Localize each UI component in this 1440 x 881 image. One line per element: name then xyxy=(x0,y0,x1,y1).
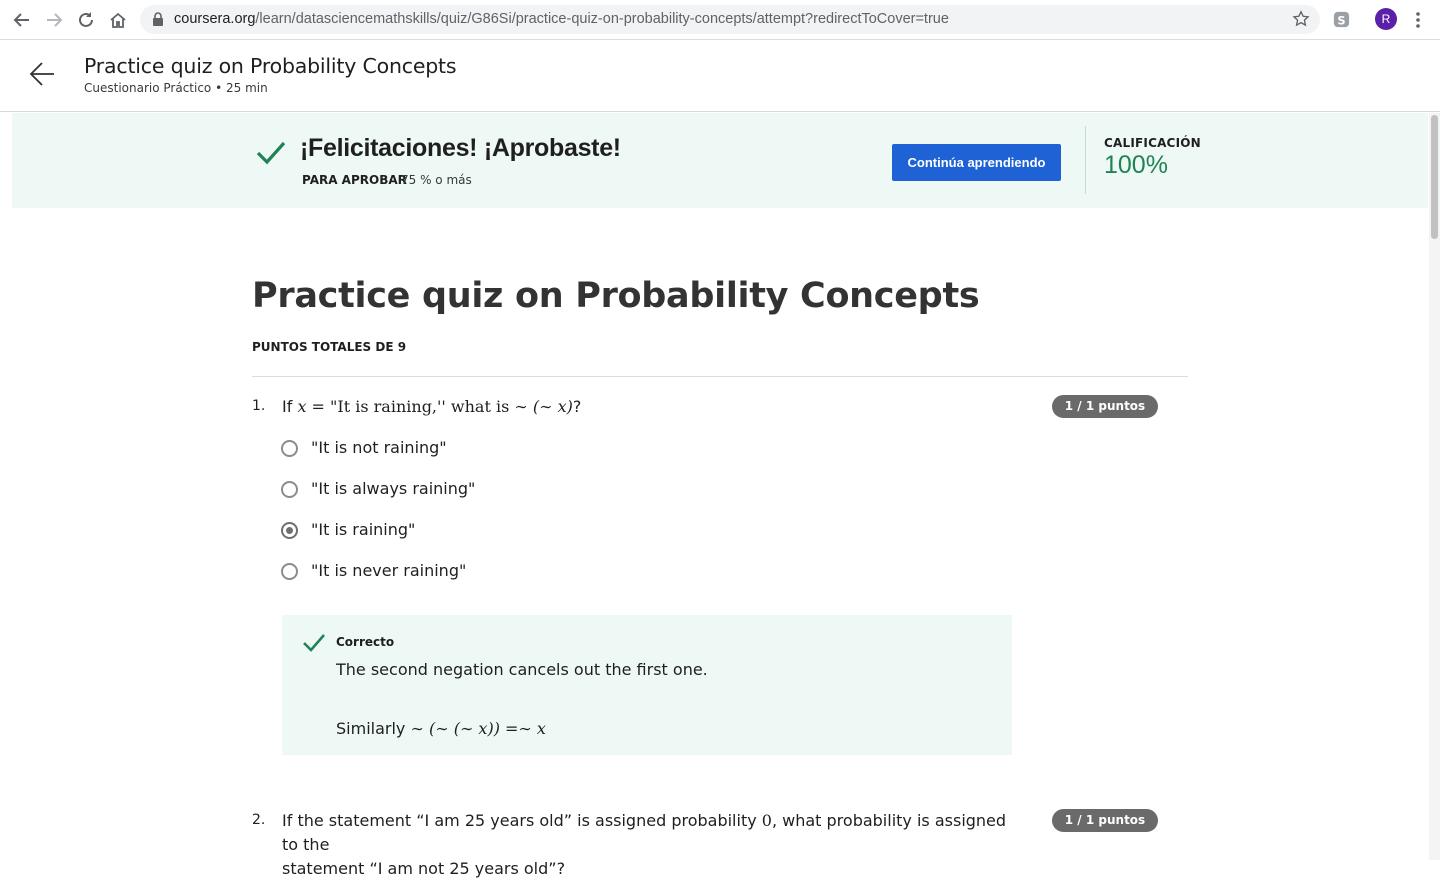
pass-label: PARA APROBAR xyxy=(302,173,407,187)
scrollbar-thumb[interactable] xyxy=(1431,115,1438,239)
option-label: "It is always raining" xyxy=(311,479,476,498)
points-badge: 1 / 1 puntos xyxy=(1052,395,1158,418)
home-icon[interactable] xyxy=(108,10,128,30)
back-arrow-icon[interactable] xyxy=(28,59,56,89)
more-vert-icon[interactable] xyxy=(1410,9,1426,31)
pass-value: 75 % o más xyxy=(401,173,472,187)
check-icon xyxy=(303,634,325,652)
divider xyxy=(252,376,1188,377)
feedback-status: Correcto xyxy=(336,635,395,649)
question-number: 1. xyxy=(252,398,266,414)
feedback-box: Correcto The second negation cancels out… xyxy=(282,615,1012,755)
radio-button[interactable] xyxy=(281,440,298,457)
radio-button[interactable] xyxy=(281,481,298,498)
radio-button-selected[interactable] xyxy=(281,522,298,539)
reload-icon[interactable] xyxy=(76,10,96,30)
header-subtitle: Cuestionario Práctico • 25 min xyxy=(84,81,268,95)
continue-learning-button[interactable]: Continúa aprendiendo xyxy=(892,144,1061,181)
points-badge: 1 / 1 puntos xyxy=(1052,809,1158,832)
option-label: "It is raining" xyxy=(311,520,416,539)
lock-icon xyxy=(153,12,163,26)
url-text: coursera.org/learn/datasciencemathskills… xyxy=(174,11,949,27)
option-label: "It is never raining" xyxy=(311,561,467,580)
feedback-explanation: The second negation cancels out the firs… xyxy=(336,660,708,679)
radio-button[interactable] xyxy=(281,563,298,580)
address-bar[interactable]: coursera.org/learn/datasciencemathskills… xyxy=(140,5,1320,34)
question-text: If the statement “I am 25 years old” is … xyxy=(282,811,1007,878)
extension-icon[interactable]: S xyxy=(1332,10,1351,29)
forward-nav-icon[interactable] xyxy=(44,10,64,30)
option-label: "It is not raining" xyxy=(311,438,447,457)
header-title: Practice quiz on Probability Concepts xyxy=(84,54,457,78)
back-nav-icon[interactable] xyxy=(12,10,32,30)
browser-toolbar: coursera.org/learn/datasciencemathskills… xyxy=(0,0,1440,40)
feedback-formula: Similarly ∼ (∼ (∼ x)) =∼ x xyxy=(336,719,546,738)
result-banner: ¡Felicitaciones! ¡Aprobaste! PARA APROBA… xyxy=(12,113,1428,208)
check-icon xyxy=(256,141,286,165)
grade-label: CALIFICACIÓN xyxy=(1104,136,1201,150)
congrats-title: ¡Felicitaciones! ¡Aprobaste! xyxy=(300,134,621,162)
profile-avatar[interactable]: R xyxy=(1375,8,1397,30)
grade-value: 100% xyxy=(1104,151,1168,179)
total-points: PUNTOS TOTALES DE 9 xyxy=(252,340,407,354)
quiz-header: Practice quiz on Probability Concepts Cu… xyxy=(0,40,1440,112)
banner-divider xyxy=(1085,126,1086,194)
question-text: If x = "It is raining,'' what is ∼ (∼ x)… xyxy=(282,397,582,416)
svg-text:S: S xyxy=(1337,13,1345,27)
quiz-title: Practice quiz on Probability Concepts xyxy=(252,276,980,316)
question-number: 2. xyxy=(252,812,266,828)
bookmark-star-icon[interactable] xyxy=(1292,10,1310,28)
